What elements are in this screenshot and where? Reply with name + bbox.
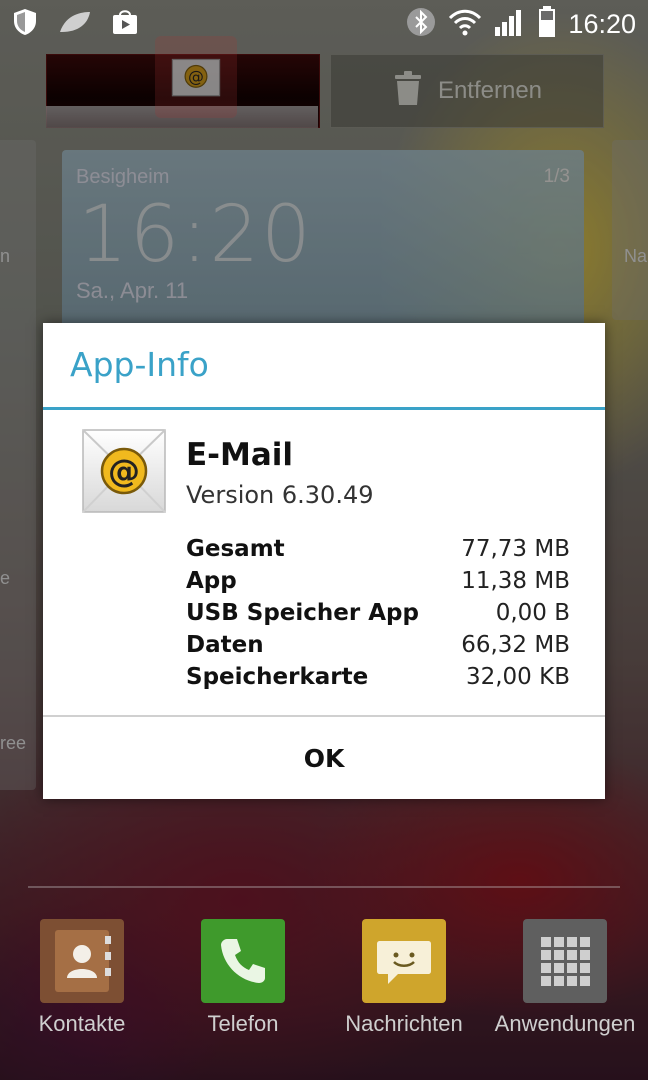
battery-icon [538, 6, 556, 42]
dock-divider [28, 886, 620, 888]
dock-label: Anwendungen [494, 1011, 636, 1036]
stat-row: Daten 66,32 MB [186, 629, 570, 661]
svg-text:@: @ [108, 452, 140, 490]
play-store-bag-icon [112, 9, 138, 39]
dock-label: Kontakte [38, 1011, 126, 1036]
storage-stats: Gesamt 77,73 MB App 11,38 MB USB Speiche… [186, 533, 570, 693]
dock-item-messages[interactable]: Nachrichten [329, 915, 479, 1037]
dialog-title: App-Info [70, 345, 209, 384]
contacts-icon [40, 919, 124, 1003]
dock-item-apps[interactable]: Anwendungen [490, 915, 640, 1037]
stat-value: 32,00 KB [465, 664, 570, 690]
bluetooth-icon [406, 7, 436, 41]
phone-icon [201, 919, 285, 1003]
stat-row: Speicherkarte 32,00 KB [186, 661, 570, 693]
stat-value: 77,73 MB [461, 536, 570, 562]
stat-label: Daten [186, 632, 264, 658]
dock-item-phone[interactable]: Telefon [168, 915, 318, 1037]
email-app-icon: @ [81, 428, 167, 514]
status-time: 16:20 [568, 8, 636, 39]
stat-row: USB Speicher App 0,00 B [186, 597, 570, 629]
apps-grid-icon [523, 919, 607, 1003]
shield-icon [12, 8, 38, 40]
app-name: E-Mail [186, 437, 294, 473]
app-info-dialog: App-Info @ E-Mail Version 6.30.49 Gesamt… [43, 323, 605, 799]
stat-label: USB Speicher App [186, 600, 419, 626]
title-divider [43, 407, 605, 410]
stat-label: Gesamt [186, 536, 285, 562]
stat-label: Speicherkarte [186, 664, 369, 690]
stat-row: Gesamt 77,73 MB [186, 533, 570, 565]
dock-label: Nachrichten [345, 1011, 463, 1036]
stat-value: 11,38 MB [461, 568, 570, 594]
dock-label: Telefon [207, 1011, 279, 1036]
stat-value: 0,00 B [495, 600, 570, 626]
dock-item-contacts[interactable]: Kontakte [7, 915, 157, 1037]
stat-label: App [186, 568, 237, 594]
status-bar: 16:20 [0, 0, 648, 44]
signal-strength-icon [494, 7, 526, 41]
leaf-icon [58, 10, 92, 38]
wifi-icon [448, 8, 482, 40]
ok-button[interactable]: OK [43, 717, 605, 799]
stat-row: App 11,38 MB [186, 565, 570, 597]
messages-icon [362, 919, 446, 1003]
app-version: Version 6.30.49 [186, 481, 374, 509]
stat-value: 66,32 MB [461, 632, 570, 658]
dock: Kontakte Telefon Nachrichten Anwendungen [0, 915, 648, 1045]
